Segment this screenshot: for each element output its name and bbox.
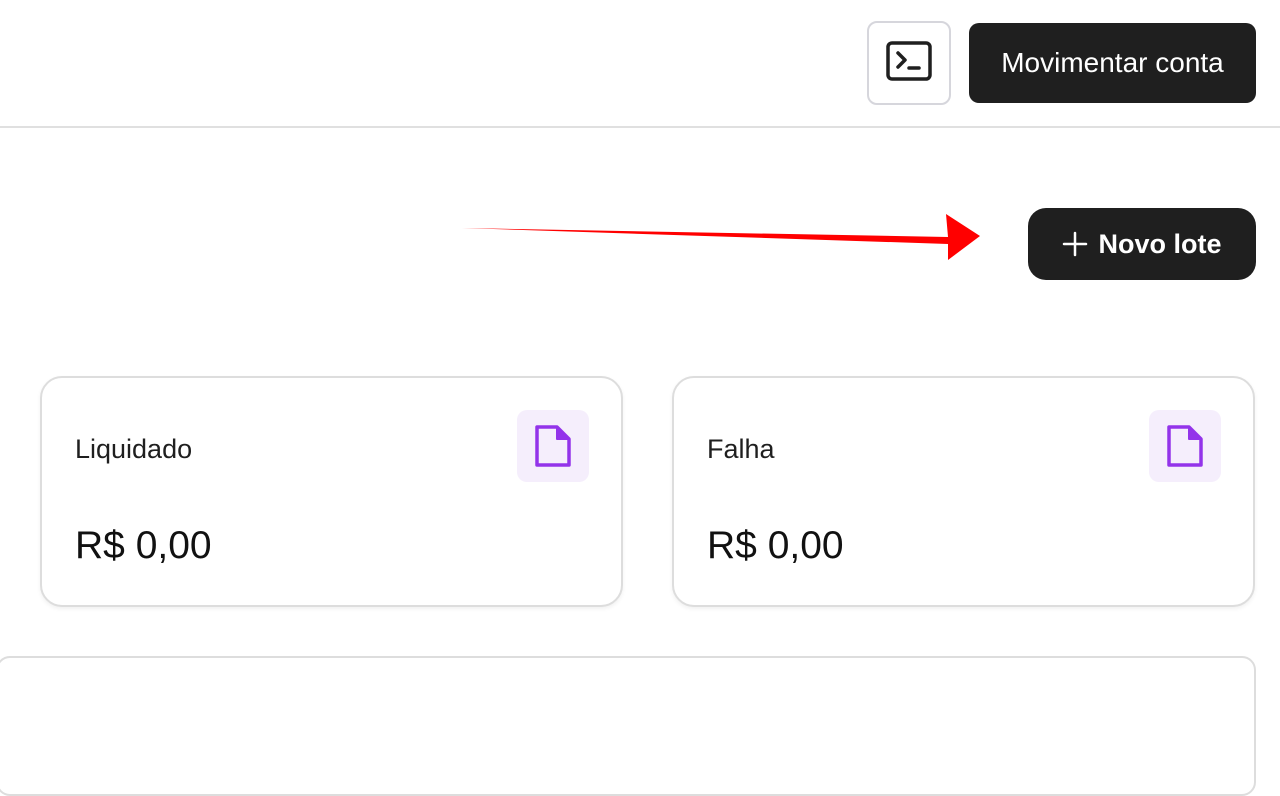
card-label: Liquidado: [75, 434, 193, 464]
annotation-arrow: [462, 214, 980, 260]
card-label: Falha: [707, 434, 775, 464]
summary-card-falha: Falha R$ 0,00: [672, 376, 1255, 607]
terminal-icon: [885, 40, 933, 87]
content-panel: [0, 656, 1256, 796]
terminal-button[interactable]: [867, 21, 951, 105]
plus-icon: [1062, 231, 1088, 257]
new-batch-button[interactable]: Novo lote: [1028, 208, 1256, 280]
card-value: R$ 0,00: [75, 524, 212, 567]
move-account-button[interactable]: Movimentar conta: [969, 23, 1256, 103]
summary-card-liquidado: Liquidado R$ 0,00: [40, 376, 623, 607]
file-icon: [1149, 410, 1221, 482]
new-batch-label: Novo lote: [1098, 228, 1222, 259]
top-bar: Movimentar conta: [0, 0, 1280, 128]
file-icon: [517, 410, 589, 482]
card-value: R$ 0,00: [707, 524, 844, 567]
